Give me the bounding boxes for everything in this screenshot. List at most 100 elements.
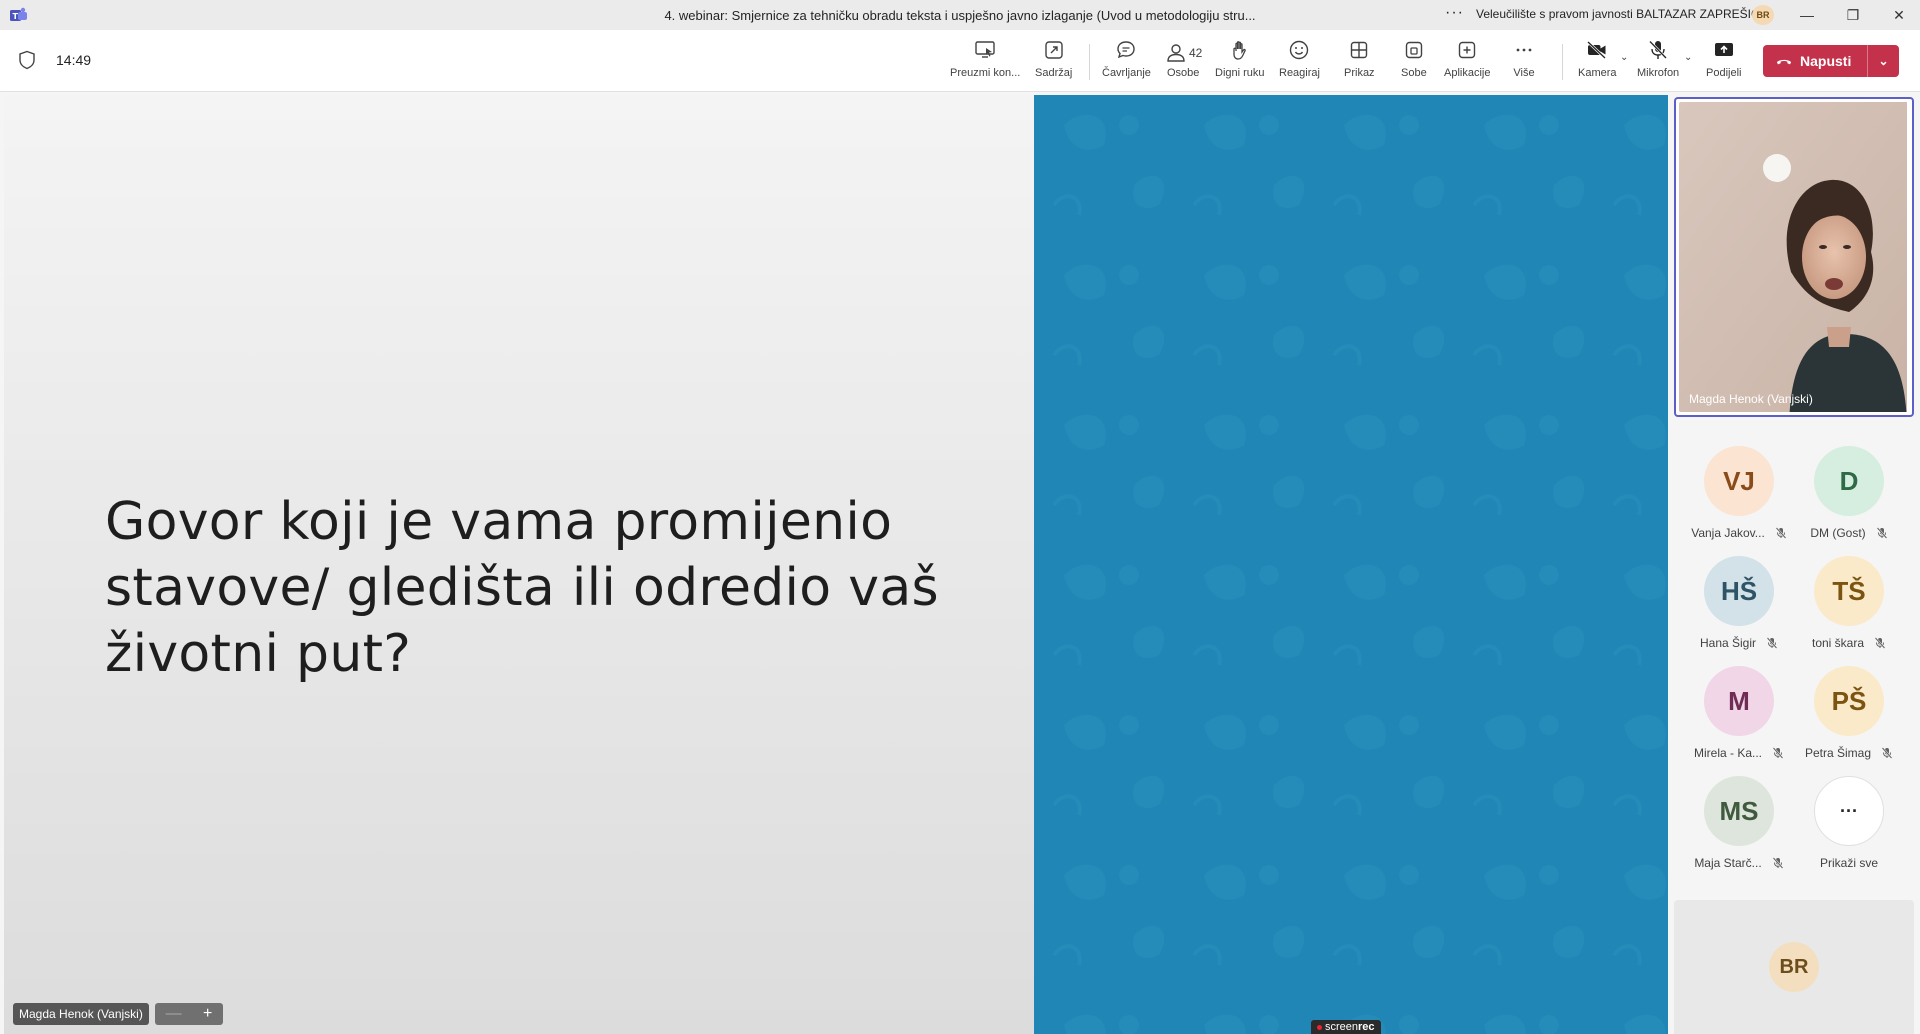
watermark-text-b: rec xyxy=(1358,1021,1375,1033)
participant-tile[interactable]: MS Maja Starč... xyxy=(1684,776,1794,876)
self-video-tile[interactable]: BR xyxy=(1674,900,1914,1034)
screenrec-watermark: screen rec xyxy=(1311,1020,1381,1034)
take-control-label: Preuzmi kon... xyxy=(950,67,1021,79)
mic-muted-icon xyxy=(1874,637,1886,649)
chat-button[interactable]: Čavrljanje xyxy=(1102,38,1151,86)
slide-text: Govor koji je vama promijenio stavove/ g… xyxy=(105,492,939,684)
raise-hand-button[interactable]: Digni ruku xyxy=(1215,38,1265,86)
chat-icon xyxy=(1117,41,1136,59)
mic-muted-icon xyxy=(1876,527,1888,539)
active-speaker-video-tile[interactable]: Magda Henok (Vanjski) xyxy=(1674,97,1914,417)
share-button[interactable]: Podijeli xyxy=(1706,38,1741,86)
mic-muted-icon xyxy=(1772,747,1784,759)
participant-name: Hana Šigir xyxy=(1699,636,1757,650)
view-button[interactable]: Prikaz xyxy=(1344,38,1375,86)
chat-label: Čavrljanje xyxy=(1102,67,1151,79)
window-title: 4. webinar: Smjernice za tehničku obradu… xyxy=(664,7,1256,23)
speaker-video-frame xyxy=(1679,102,1907,412)
shared-slide: Govor koji je vama promijenio stavove/ g… xyxy=(4,95,1034,1034)
more-button[interactable]: Više xyxy=(1512,38,1536,86)
participant-name-row: Petra Šimag xyxy=(1805,746,1893,760)
participant-tile[interactable]: M Mirela - Ka... xyxy=(1684,666,1794,766)
zoom-controls: — + xyxy=(155,1003,223,1025)
mic-button[interactable]: Mikrofon xyxy=(1637,38,1679,86)
mic-muted-icon xyxy=(1772,857,1784,869)
organization-name[interactable]: Veleučilište s pravom javnosti BALTAZAR … xyxy=(1476,7,1760,21)
mic-muted-icon xyxy=(1766,637,1778,649)
record-dot-icon xyxy=(1317,1024,1322,1030)
teams-logo-icon: T xyxy=(10,7,27,21)
participant-avatar: M xyxy=(1704,666,1774,736)
leave-button-group: Napusti ⌄ xyxy=(1763,45,1899,77)
mic-off-icon xyxy=(1649,40,1668,59)
people-icon-group: 42 xyxy=(1164,38,1202,67)
raise-hand-label: Digni ruku xyxy=(1215,67,1265,79)
participant-avatar: TŠ xyxy=(1814,556,1884,626)
participant-tile[interactable]: TŠ toni škara xyxy=(1794,556,1904,656)
people-count: 42 xyxy=(1189,45,1203,60)
close-button[interactable]: ✕ xyxy=(1876,0,1920,30)
speaker-name: Magda Henok (Vanjski) xyxy=(1689,392,1813,406)
participant-name: Mirela - Ka... xyxy=(1693,746,1762,760)
more-horizontal-icon xyxy=(1516,48,1532,52)
stage-background-panel xyxy=(1034,95,1668,1034)
participant-tile[interactable]: PŠ Petra Šimag xyxy=(1794,666,1904,766)
toolbar-divider xyxy=(1562,44,1563,80)
people-button[interactable]: 42 Osobe xyxy=(1164,38,1202,86)
view-label: Prikaz xyxy=(1344,67,1375,79)
presenter-name-label: Magda Henok (Vanjski) xyxy=(13,1003,149,1025)
meeting-toolbar: 14:49 Preuzmi kon... Sadržaj Čavrljanje … xyxy=(0,30,1920,92)
camera-button[interactable]: Kamera xyxy=(1578,38,1617,86)
user-avatar[interactable]: BR xyxy=(1752,5,1774,25)
participant-tile[interactable]: D DM (Gost) xyxy=(1794,446,1904,546)
participant-avatar: HŠ xyxy=(1704,556,1774,626)
zoom-in-button[interactable]: + xyxy=(203,1005,212,1023)
take-control-button[interactable]: Preuzmi kon... xyxy=(950,38,1020,86)
restore-button[interactable]: ❐ xyxy=(1830,0,1876,30)
show-all-label: Prikaži sve xyxy=(1820,856,1878,870)
share-screen-icon xyxy=(1714,43,1733,56)
share-content-icon xyxy=(1044,41,1063,59)
participant-tile[interactable]: VJ Vanja Jakov... xyxy=(1684,446,1794,546)
participant-name: Vanja Jakov... xyxy=(1691,526,1765,540)
participant-avatar: D xyxy=(1814,446,1884,516)
participant-name: Petra Šimag xyxy=(1804,746,1872,760)
participant-name: DM (Gost) xyxy=(1810,526,1866,540)
zoom-out-button[interactable]: — xyxy=(166,1005,182,1023)
apps-button[interactable]: Aplikacije xyxy=(1444,38,1490,86)
leave-options-chevron-icon[interactable]: ⌄ xyxy=(1868,54,1899,68)
smiley-icon xyxy=(1290,40,1309,60)
participant-name-row: Mirela - Ka... xyxy=(1694,746,1784,760)
people-label: Osobe xyxy=(1166,67,1200,79)
mic-options-chevron-icon[interactable]: ⌄ xyxy=(1684,52,1692,63)
react-label: Reagiraj xyxy=(1279,67,1320,79)
camera-off-icon xyxy=(1587,41,1607,59)
apps-label: Aplikacije xyxy=(1444,67,1491,79)
rooms-button[interactable]: Sobe xyxy=(1401,38,1427,86)
react-button[interactable]: Reagiraj xyxy=(1279,38,1320,86)
svg-text:T: T xyxy=(13,12,19,21)
content-button[interactable]: Sadržaj xyxy=(1035,38,1072,86)
show-all-button[interactable]: ··· Prikaži sve xyxy=(1794,776,1904,876)
leave-label: Napusti xyxy=(1800,53,1852,69)
meeting-timer: 14:49 xyxy=(56,52,92,68)
leave-button[interactable]: Napusti xyxy=(1763,45,1867,77)
window-title-bar: T 4. webinar: Smjernice za tehničku obra… xyxy=(0,0,1920,30)
camera-options-chevron-icon[interactable]: ⌄ xyxy=(1620,52,1628,63)
participant-name: toni škara xyxy=(1811,636,1865,650)
participant-tile[interactable]: HŠ Hana Šigir xyxy=(1684,556,1794,656)
mic-muted-icon xyxy=(1775,527,1787,539)
hang-up-icon xyxy=(1776,59,1792,65)
participant-name-row: Hana Šigir xyxy=(1700,636,1778,650)
add-apps-icon xyxy=(1459,41,1476,59)
people-icon xyxy=(1167,43,1185,62)
content-label: Sadržaj xyxy=(1035,67,1073,79)
self-avatar: BR xyxy=(1769,942,1819,992)
more-options-button[interactable]: ··· xyxy=(1445,4,1464,22)
grid-view-icon xyxy=(1351,41,1368,59)
rooms-label: Sobe xyxy=(1401,67,1427,79)
participant-name-row: Maja Starč... xyxy=(1694,856,1783,870)
shield-icon[interactable] xyxy=(18,50,36,70)
minimize-button[interactable]: — xyxy=(1784,0,1830,30)
camera-label: Kamera xyxy=(1578,67,1617,79)
